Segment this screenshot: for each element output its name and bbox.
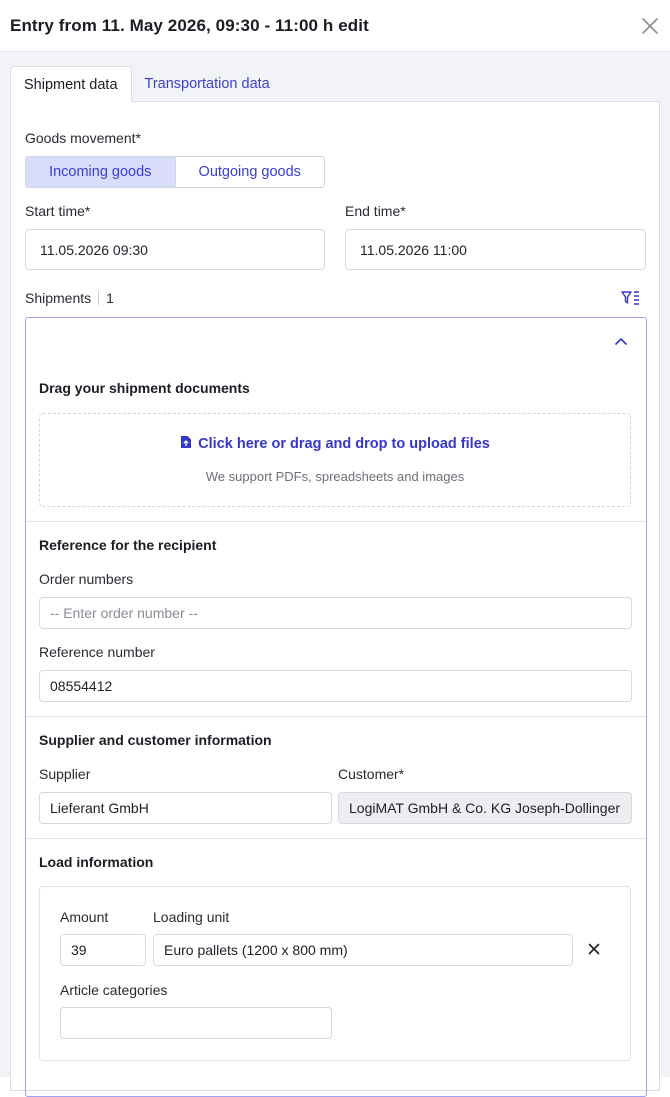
shipments-settings-button[interactable] [620,288,642,308]
reference-number-label: Reference number [39,644,155,660]
amount-input[interactable]: 39 [60,934,146,966]
load-section-title: Load information [39,854,154,870]
end-time-label: End time* [345,203,406,219]
tab-bar: Shipment data Transportation data [10,66,283,102]
shipment-data-panel: Goods movement* Incoming goods Outgoing … [10,101,660,1097]
dialog-title: Entry from 11. May 2026, 09:30 - 11:00 h… [10,15,369,35]
shipments-count: 1 [106,290,114,306]
order-numbers-placeholder: -- Enter order number -- [50,605,198,621]
upload-section-title: Drag your shipment documents [39,380,250,396]
customer-input[interactable]: LogiMAT GmbH & Co. KG Joseph-Dollinger [338,792,632,824]
filter-list-icon [621,291,639,305]
close-icon [588,943,600,955]
article-categories-label: Article categories [60,982,168,998]
remove-load-item-button[interactable] [586,941,602,957]
shipments-separator [98,291,100,305]
loading-unit-label: Loading unit [153,909,230,925]
order-numbers-label: Order numbers [39,571,134,587]
dialog-header: Entry from 11. May 2026, 09:30 - 11:00 h… [0,0,670,52]
amount-label: Amount [60,909,109,925]
section-divider [26,521,646,522]
tab-shipment-data[interactable]: Shipment data [10,66,132,102]
section-divider [26,716,646,717]
upload-link-text: Click here or drag and drop to upload fi… [198,436,490,452]
start-time-input[interactable]: 11.05.2026 09:30 [25,229,325,270]
goods-movement-label: Goods movement* [25,130,141,146]
chevron-up-icon [615,338,627,345]
customer-label: Customer* [338,766,405,782]
loading-unit-select[interactable]: Euro pallets (1200 x 800 mm) [153,934,573,966]
supplier-input[interactable]: Lieferant GmbH [39,792,332,824]
tab-transportation-data[interactable]: Transportation data [132,66,283,102]
reference-number-input[interactable]: 08554412 [39,670,632,702]
dialog-body: Shipment data Transportation data Goods … [0,52,670,1097]
incoming-goods-option[interactable]: Incoming goods [26,157,176,187]
goods-movement-toggle: Incoming goods Outgoing goods [25,156,325,188]
outgoing-goods-option[interactable]: Outgoing goods [176,157,325,187]
collapse-shipment-button[interactable] [612,334,630,350]
end-time-input[interactable]: 11.05.2026 11:00 [345,229,646,270]
shipment-card: Drag your shipment documents Click here … [25,317,647,1097]
supplier-label: Supplier [39,766,91,782]
section-divider [26,838,646,839]
order-numbers-input[interactable]: -- Enter order number -- [39,597,632,629]
article-categories-input[interactable] [60,1007,332,1039]
shipments-header: Shipments 1 [25,290,114,306]
upload-link[interactable]: Click here or drag and drop to upload fi… [40,435,630,452]
close-button[interactable] [638,14,662,38]
load-item-card: Amount 39 Loading unit Euro pallets (120… [39,886,631,1061]
shipments-label: Shipments [25,290,92,306]
start-time-label: Start time* [25,203,91,219]
upload-hint: We support PDFs, spreadsheets and images [205,469,465,484]
upload-dropzone[interactable]: Click here or drag and drop to upload fi… [39,413,631,507]
reference-section-title: Reference for the recipient [39,537,217,553]
supplier-customer-section-title: Supplier and customer information [39,732,272,748]
close-icon [642,18,658,34]
file-upload-icon [181,436,192,448]
